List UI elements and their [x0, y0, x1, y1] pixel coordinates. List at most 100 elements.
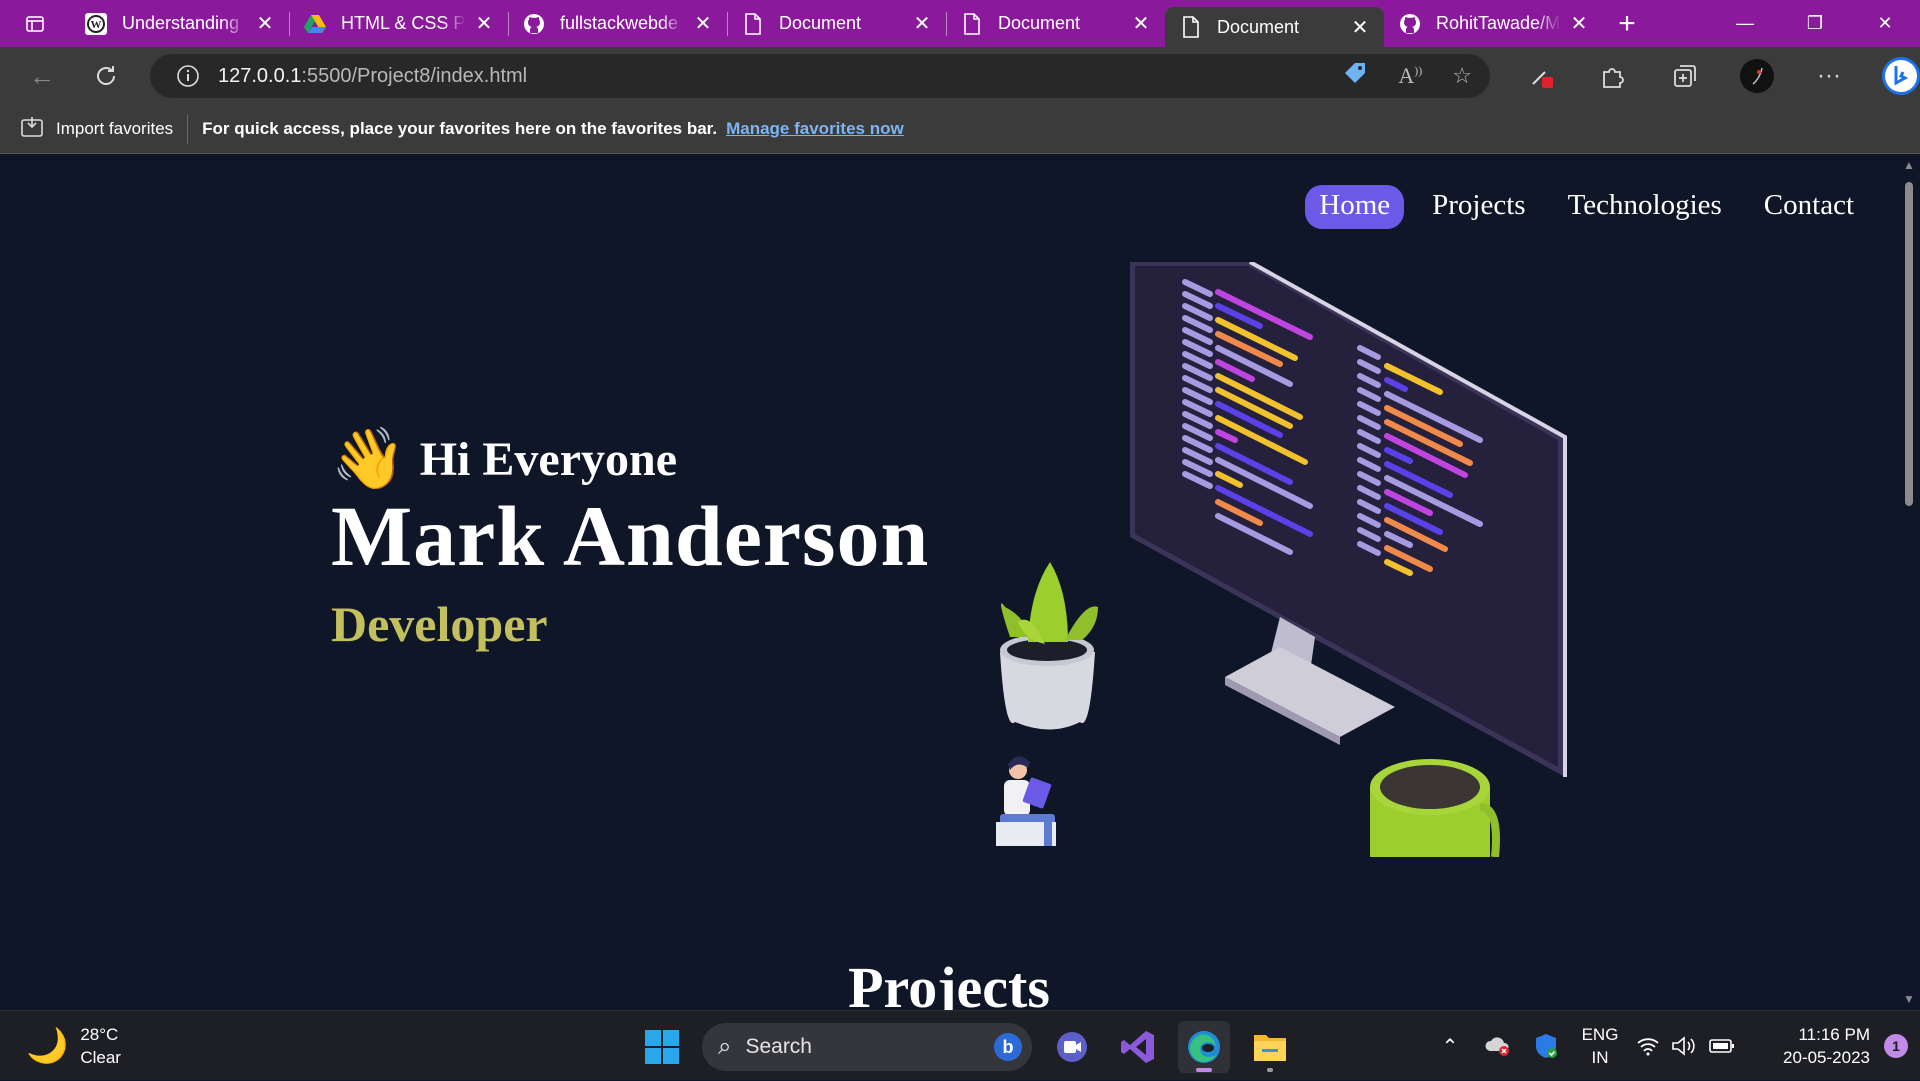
address-bar[interactable]: 127.0.0.1:5500/Project8/index.html A)) ☆: [150, 54, 1490, 98]
import-favorites-label: Import favorites: [56, 119, 174, 138]
site-info-icon[interactable]: [174, 62, 202, 90]
search-label: Search: [745, 1035, 812, 1058]
windows-security-icon[interactable]: [1522, 1011, 1570, 1081]
read-aloud-icon[interactable]: A)): [1398, 63, 1422, 89]
clock-date: 20-05-2023: [1783, 1048, 1870, 1067]
hero-role: Developer: [331, 596, 548, 653]
tab-strip: W Understanding ✕ HTML & CSS Pr ✕ fullst…: [0, 0, 1920, 47]
hero-text: 👋 Hi Everyone Mark Anderson Developer: [331, 429, 929, 653]
taskbar-clock[interactable]: 11:16 PM 20-05-2023: [1752, 1023, 1870, 1069]
tab-title: RohitTawade/M: [1436, 13, 1561, 33]
greeting: 👋 Hi Everyone: [331, 429, 929, 489]
nav-projects[interactable]: Projects: [1418, 185, 1539, 229]
greeting-text: Hi Everyone: [419, 432, 678, 486]
scrollbar-thumb[interactable]: [1905, 182, 1913, 506]
file-explorer-icon[interactable]: [1244, 1021, 1296, 1073]
close-window-icon[interactable]: ✕: [1850, 0, 1920, 47]
close-tab-icon[interactable]: ✕: [1567, 11, 1591, 36]
refresh-icon[interactable]: [74, 47, 138, 105]
browser-tab[interactable]: fullstackwebde ✕: [508, 0, 727, 47]
site-nav: Home Projects Technologies Contact: [1305, 185, 1868, 229]
language-indicator[interactable]: ENG IN: [1570, 1023, 1630, 1069]
new-tab-button[interactable]: +: [1603, 0, 1651, 47]
close-tab-icon[interactable]: ✕: [253, 11, 277, 36]
browser-tab[interactable]: W Understanding ✕: [70, 0, 289, 47]
close-tab-icon[interactable]: ✕: [472, 11, 496, 36]
tab-title: Document: [998, 13, 1081, 33]
weather-desc: Clear: [80, 1048, 121, 1067]
close-tab-icon[interactable]: ✕: [691, 11, 715, 36]
document-icon: [741, 12, 765, 36]
nav-contact[interactable]: Contact: [1750, 185, 1868, 229]
extensions-icon[interactable]: [1577, 47, 1649, 105]
close-tab-icon[interactable]: ✕: [910, 11, 934, 36]
region-code: IN: [1591, 1048, 1609, 1067]
profile-avatar-icon[interactable]: [1721, 47, 1793, 105]
battery-icon[interactable]: [1702, 1011, 1742, 1081]
google-drive-icon: [303, 12, 327, 36]
hero-name: Mark Anderson: [331, 488, 930, 584]
monitor-image: [1130, 262, 1567, 777]
browser-tab[interactable]: Document ✕: [946, 0, 1165, 47]
document-icon: [1179, 15, 1203, 39]
add-favorite-icon[interactable]: ☆: [1452, 63, 1472, 89]
weather-temp: 28°C: [80, 1025, 119, 1044]
price-tag-icon[interactable]: [1342, 60, 1368, 92]
nav-technologies[interactable]: Technologies: [1554, 185, 1736, 229]
collections-icon[interactable]: [1649, 47, 1721, 105]
browser-tab-active[interactable]: Document ✕: [1165, 7, 1384, 47]
document-icon: [960, 12, 984, 36]
manage-favorites-link[interactable]: Manage favorites now: [726, 119, 904, 139]
browser-toolbar: ← 127.0.0.1:5500/Project8/index.html A))…: [0, 47, 1920, 105]
moon-icon: 🌙: [26, 1027, 69, 1065]
show-hidden-icons-icon[interactable]: ⌃: [1426, 1011, 1474, 1081]
github-icon: [1398, 12, 1422, 36]
bing-chat-icon[interactable]: [1865, 47, 1920, 105]
onedrive-error-icon[interactable]: [1474, 1011, 1522, 1081]
windows-taskbar: 🌙 28°C Clear ⌕ Search b ⌃ ENG IN 11:16 P…: [0, 1010, 1920, 1080]
taskbar-search[interactable]: ⌕ Search b: [702, 1023, 1032, 1071]
svg-text:W: W: [91, 19, 102, 31]
tab-title: Understanding: [122, 13, 240, 33]
extension-pen-icon[interactable]: [1505, 47, 1577, 105]
restore-icon[interactable]: ❐: [1780, 0, 1850, 47]
import-icon: [20, 116, 46, 143]
browser-tab[interactable]: HTML & CSS Pr ✕: [289, 0, 508, 47]
tab-title: Document: [779, 13, 862, 33]
teams-chat-icon[interactable]: [1046, 1021, 1098, 1073]
nav-home[interactable]: Home: [1305, 185, 1405, 229]
waving-hand-icon: 👋: [331, 426, 406, 492]
plant-image: [1000, 562, 1098, 730]
scroll-up-arrow-icon[interactable]: ▲: [1903, 158, 1915, 172]
browser-tab[interactable]: Document ✕: [727, 0, 946, 47]
weather-widget[interactable]: 🌙 28°C Clear: [26, 1023, 121, 1069]
wordpress-icon: W: [84, 12, 108, 36]
tab-title: Document: [1217, 16, 1300, 37]
close-tab-icon[interactable]: ✕: [1348, 15, 1372, 40]
windows-start-icon[interactable]: [636, 1021, 688, 1073]
minimize-icon[interactable]: —: [1710, 0, 1780, 47]
tab-title: fullstackwebde: [560, 13, 679, 33]
volume-icon[interactable]: [1666, 1011, 1702, 1081]
person-with-laptop-image: [996, 756, 1056, 846]
page-scrollbar[interactable]: ▲ ▼: [1898, 154, 1920, 1010]
tab-title: HTML & CSS Pr: [341, 13, 466, 33]
tab-actions-icon[interactable]: [0, 0, 70, 47]
edge-browser-icon[interactable]: [1178, 1021, 1230, 1073]
back-arrow-icon[interactable]: ←: [10, 47, 74, 105]
browser-tab[interactable]: RohitTawade/M ✕: [1384, 0, 1603, 47]
favorites-bar: Import favorites For quick access, place…: [0, 105, 1920, 154]
coffee-mug-image: [1370, 759, 1500, 857]
close-tab-icon[interactable]: ✕: [1129, 11, 1153, 36]
scroll-down-arrow-icon[interactable]: ▼: [1903, 992, 1915, 1006]
notification-badge[interactable]: 1: [1884, 1034, 1908, 1058]
projects-section-title: Projects: [848, 955, 1050, 1010]
wifi-icon[interactable]: [1630, 1011, 1666, 1081]
search-icon: ⌕: [718, 1033, 732, 1060]
more-options-icon[interactable]: ···: [1793, 47, 1865, 105]
url-text: 127.0.0.1:5500/Project8/index.html: [218, 64, 528, 87]
visual-studio-icon[interactable]: [1112, 1021, 1164, 1073]
import-favorites-button[interactable]: Import favorites: [0, 114, 189, 144]
developer-illustration: [996, 262, 1567, 857]
language-code: ENG: [1581, 1025, 1619, 1044]
